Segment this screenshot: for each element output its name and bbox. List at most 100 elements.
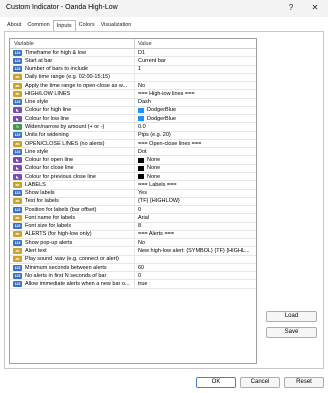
value-text: 60 [138,264,145,271]
value-cell[interactable]: === Labels === [135,181,256,188]
integer-type-icon: 123 [13,223,22,230]
value-cell[interactable]: 8 [135,223,256,230]
integer-type-icon: 123 [13,281,22,288]
table-row[interactable]: ab Text for labels {TF} {HIGHLOW} [10,197,256,207]
value-cell[interactable]: DodgerBlue [135,115,256,122]
double-type-icon: ½ [13,124,22,131]
reset-button[interactable]: Reset [284,377,324,388]
value-cell[interactable]: New high-low alert: {SYMBOL} {TF} {HIGHL… [135,247,256,254]
close-icon[interactable]: ✕ [308,2,322,14]
value-cell[interactable]: Dash [135,99,256,106]
variable-cell: ab Play sound .wav (e.g. connect or alert… [10,255,135,263]
value-cell[interactable]: None [135,156,256,163]
ok-button[interactable]: OK [196,377,236,388]
tab-about[interactable]: About [4,20,24,31]
table-row[interactable]: 123 Number of bars to include 1 [10,65,256,74]
value-cell[interactable]: true [135,280,256,287]
cancel-button[interactable]: Cancel [240,377,280,388]
value-cell[interactable]: === Open-close lines === [135,140,256,147]
table-row[interactable]: 123 Line style Dot [10,148,256,157]
color-type-icon: ◣ [13,115,22,122]
table-row[interactable]: ◣ Colour for open line None [10,156,256,165]
table-row[interactable]: 123 Line style Dash [10,98,256,107]
variable-label: Daily time range (e.g. 02:00-15:15) [25,74,110,81]
value-cell[interactable]: 0 [135,272,256,279]
table-row[interactable]: 123 Font size for labels 8 [10,222,256,231]
value-cell[interactable]: No [135,82,256,89]
variable-label: Line style [25,148,49,155]
variable-cell: ab Text for labels [10,197,135,206]
string-type-icon: ab [13,248,22,254]
variable-cell: 123 Font size for labels [10,222,135,230]
value-cell[interactable]: D1 [135,49,256,56]
table-row[interactable]: 123 Timeframe for high & low D1 [10,49,256,58]
table-row[interactable]: ab HIGH/LOW LINES === High-low lines === [10,90,256,99]
column-header-variable[interactable]: Variable [10,39,135,48]
value-cell[interactable]: Yes [135,190,256,197]
string-type-icon: ab [13,214,22,221]
save-button[interactable]: Save [266,327,317,338]
value-cell[interactable]: 0 [135,206,256,213]
table-row[interactable]: 123 Show labels Yes [10,189,256,198]
variable-cell: ab Daily time range (e.g. 02:00-15:15) [10,73,135,82]
table-row[interactable]: ab Alert text New high-low alert: {SYMBOL}… [10,247,256,256]
table-row[interactable]: 123 Position for labels (bar offset) 0 [10,206,256,215]
table-row[interactable]: 123 Show pop-up alerts No [10,239,256,248]
table-row[interactable]: 123 Units for widening Pips (e.g. 20) [10,131,256,140]
value-cell[interactable]: No [135,239,256,246]
help-icon[interactable]: ? [284,2,298,14]
table-row[interactable]: ab LABELS === Labels === [10,181,256,190]
table-row[interactable]: ab Font name for labels Arial [10,214,256,223]
value-cell[interactable]: 1 [135,66,256,73]
value-cell[interactable]: {TF} {HIGHLOW} [135,198,256,205]
value-text: Yes [138,190,147,197]
value-cell[interactable] [135,74,256,81]
table-row[interactable]: ab Daily time range (e.g. 02:00-15:15) [10,73,256,83]
variable-cell: 123 Show pop-up alerts [10,239,135,247]
value-text: None [147,165,161,172]
value-text: No [138,239,146,246]
color-swatch [138,116,144,122]
integer-type-icon: 123 [13,49,22,56]
value-cell[interactable]: Arial [135,214,256,221]
table-row[interactable]: 123 Minimum seconds between alerts 60 [10,263,256,273]
tab-colors[interactable]: Colors [76,20,98,31]
variable-cell: 123 Number of bars to include [10,65,135,73]
value-text: Current bar [138,57,166,64]
value-text: true [138,281,148,288]
variable-cell: ab HIGH/LOW LINES [10,90,135,98]
table-row[interactable]: ab OPEN/CLOSE LINES (no alerts) === Open-c… [10,139,256,149]
value-text: === Alerts === [138,231,175,238]
value-cell[interactable]: Current bar [135,57,256,64]
value-cell[interactable]: None [135,165,256,172]
table-row[interactable]: ◣ Colour for high line DodgerBlue [10,106,256,116]
value-text: DodgerBlue [147,115,177,122]
value-cell[interactable]: DodgerBlue [135,107,256,114]
column-header-value[interactable]: Value [135,39,256,48]
load-button[interactable]: Load [266,311,317,322]
tab-visualization[interactable]: Visualization [98,20,135,31]
table-row[interactable]: ab Play sound .wav (e.g. connect or alert… [10,255,256,264]
tab-common[interactable]: Common [24,20,52,31]
value-cell[interactable]: Dot [135,148,256,155]
table-row[interactable]: ½ Widen/narrow by amount (+ or -) 0.0 [10,123,256,132]
table-row[interactable]: ◣ Colour for previous close line None [10,172,256,182]
variable-label: Minimum seconds between alerts [25,264,107,271]
table-row[interactable]: ◣ Colour for low line DodgerBlue [10,115,256,124]
variable-cell: ab Font name for labels [10,214,135,222]
value-cell[interactable]: None [135,173,256,180]
table-row[interactable]: ◣ Colour for close line None [10,164,256,173]
table-row[interactable]: 123 Allow immediate alerts when a new bar… [10,280,256,289]
table-row[interactable]: ab Apply the time range to open-close as … [10,82,256,91]
value-cell[interactable]: 60 [135,264,256,271]
value-cell[interactable] [135,256,256,263]
value-cell[interactable]: === High-low lines === [135,90,256,97]
value-cell[interactable]: === Alerts === [135,231,256,238]
value-cell[interactable]: Pips (e.g. 20) [135,132,256,139]
table-row[interactable]: 123 Start at bar Current bar [10,57,256,66]
table-row[interactable]: ab ALERTS (for high-low only) === Alerts =… [10,230,256,240]
value-text: None [147,173,161,180]
value-cell[interactable]: 0.0 [135,123,256,130]
table-row[interactable]: 123 No alerts in first N seconds of bar 0 [10,272,256,281]
variable-cell: 123 Start at bar [10,57,135,65]
